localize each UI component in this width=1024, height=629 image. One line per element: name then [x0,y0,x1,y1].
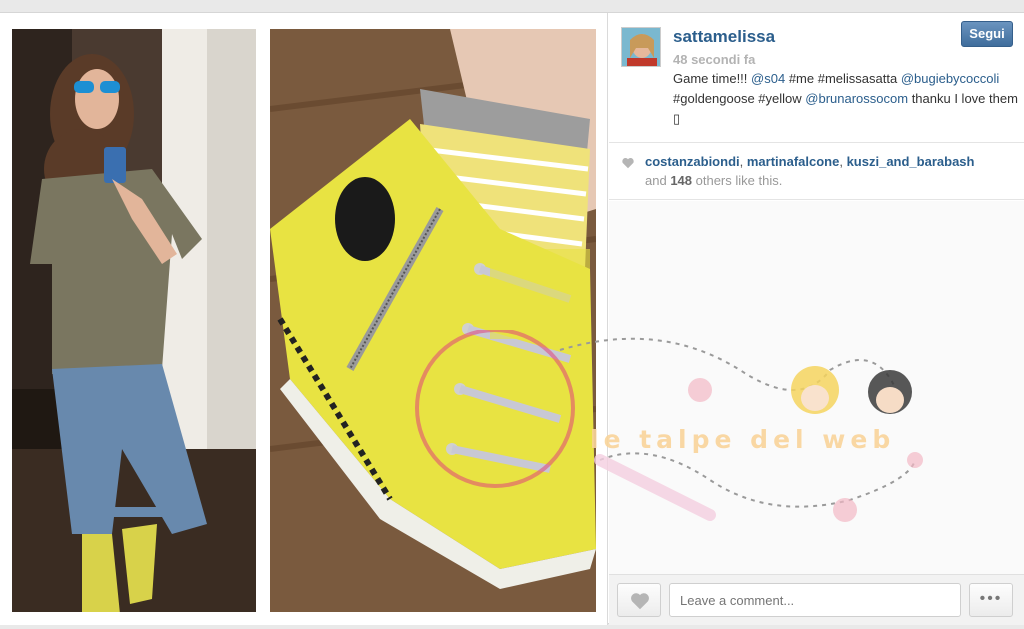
ellipsis-icon: ••• [979,590,1003,607]
photo-selfie [12,29,256,612]
heart-icon [629,590,651,617]
heart-icon [621,156,635,170]
like-count-number[interactable]: 148 [670,173,692,188]
emoji-placeholder: ▯ [673,111,681,126]
follow-button[interactable]: Segui [961,21,1013,47]
liker-link[interactable]: martinafalcone [747,154,839,169]
more-options-button[interactable]: ••• [969,583,1013,617]
post-header: sattamelissa 48 secondi fa Segui Game ti… [609,13,1024,143]
post-timestamp: 48 secondi fa [673,52,756,67]
comments-area [609,201,1024,574]
liker-separator: , [839,154,847,169]
comment-bar: ••• [609,574,1024,625]
like-count-prefix: and [645,173,671,188]
post-media [0,13,608,625]
post-modal: sattamelissa 48 secondi fa Segui Game ti… [0,12,1024,625]
liker-link[interactable]: kuszi_and_barabash [847,154,975,169]
post-details: sattamelissa 48 secondi fa Segui Game ti… [609,13,1024,625]
comment-input[interactable] [669,583,961,617]
likes-section: costanzabiondi, martinafalcone, kuszi_an… [609,144,1024,200]
caption-text: #goldengoose #yellow [673,91,806,106]
avatar[interactable] [621,27,661,67]
caption-text: Game time!!! [673,71,752,86]
likers-list: costanzabiondi, martinafalcone, kuszi_an… [645,154,974,169]
like-count-suffix: others like this. [692,173,783,188]
post-username[interactable]: sattamelissa [673,27,775,47]
photo-sneaker [270,29,596,612]
caption-text: thanku I love them [908,91,1018,106]
mention-link[interactable]: @brunarossocom [805,91,908,106]
caption-text: #me #melissasatta [785,71,901,86]
like-button[interactable] [617,583,661,617]
like-count: and 148 others like this. [645,173,782,188]
post-caption: Game time!!! @s04 #me #melissasatta @bug… [673,69,1018,129]
liker-separator: , [739,154,747,169]
mention-link[interactable]: @bugiebycoccoli [901,71,999,86]
mention-link[interactable]: @s04 [751,71,785,86]
liker-link[interactable]: costanzabiondi [645,154,740,169]
